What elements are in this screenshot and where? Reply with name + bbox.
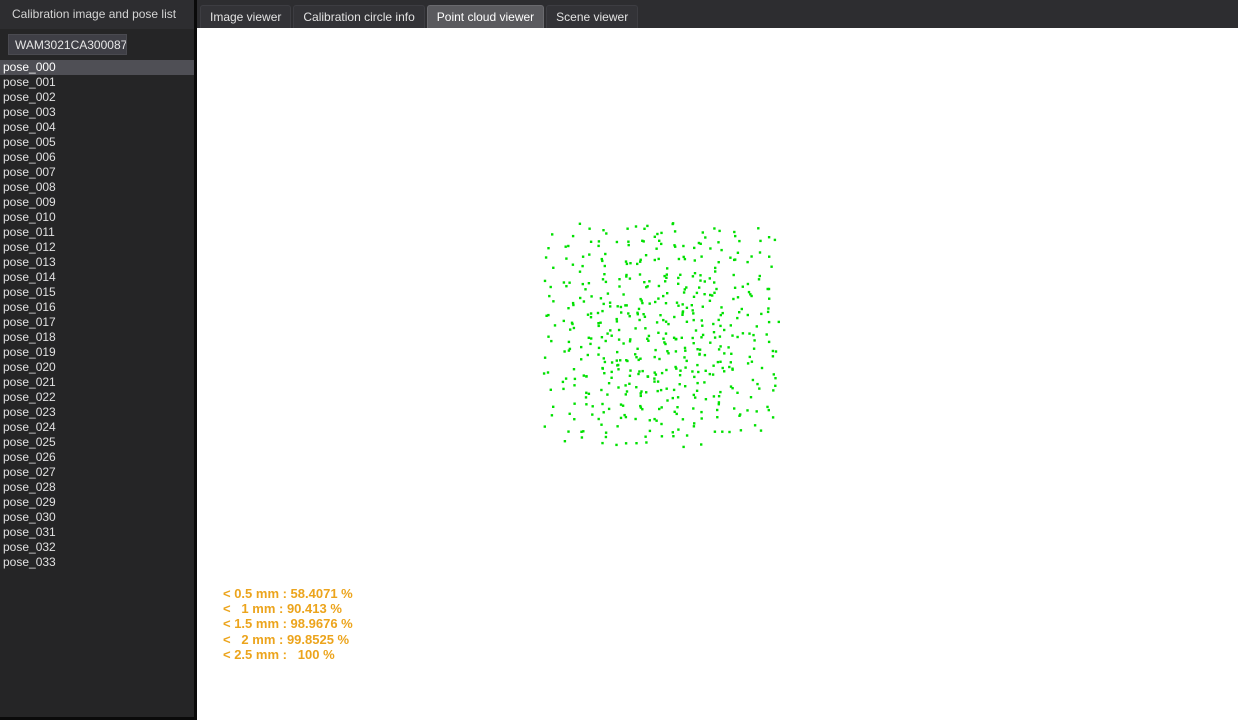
accuracy-stat-line: < 2.5 mm : 100 % [223,646,335,662]
pose-list-item[interactable]: pose_031 [0,525,194,540]
pose-list-item[interactable]: pose_000 [0,60,194,75]
point-cloud-viewer-canvas[interactable]: < 0.5 mm : 58.4071 % < 1 mm : 90.413 % < 1… [197,28,1238,720]
pose-list-item[interactable]: pose_006 [0,150,194,165]
main-panel: Image viewer Calibration circle info Point… [197,0,1238,720]
pose-list-item[interactable]: pose_016 [0,300,194,315]
pose-list-item[interactable]: pose_025 [0,435,194,450]
application-window: Calibration image and pose list WAM3021C… [0,0,1238,720]
sidebar-title: Calibration image and pose list [0,0,194,29]
pose-list-item[interactable]: pose_024 [0,420,194,435]
pose-list-item[interactable]: pose_033 [0,555,194,570]
accuracy-stats-overlay: < 0.5 mm : 58.4071 % < 1 mm : 90.413 % < 1… [223,586,353,662]
pose-list-item[interactable]: pose_015 [0,285,194,300]
accuracy-stat-line: < 1.5 mm : 98.9676 % [223,616,353,632]
pose-list-item[interactable]: pose_032 [0,540,194,555]
pose-list-item[interactable]: pose_030 [0,510,194,525]
pose-list-item[interactable]: pose_001 [0,75,194,90]
pose-list-item[interactable]: pose_029 [0,495,194,510]
accuracy-stat-line: < 0.5 mm : 58.4071 % [223,586,353,601]
tab-point-cloud-viewer[interactable]: Point cloud viewer [426,5,545,28]
pose-list-item[interactable]: pose_009 [0,195,194,210]
pose-list[interactable]: pose_000 pose_001 pose_002 pose_003 pose_004… [0,60,194,570]
pose-list-item[interactable]: pose_014 [0,270,194,285]
tab-image-viewer[interactable]: Image viewer [200,5,292,28]
pose-list-item[interactable]: pose_027 [0,465,194,480]
pose-list-item[interactable]: pose_010 [0,210,194,225]
point-cloud-render [542,222,780,449]
pose-list-item[interactable]: pose_023 [0,405,194,420]
pose-list-item[interactable]: pose_003 [0,105,194,120]
pose-list-item[interactable]: pose_004 [0,120,194,135]
tab-scene-viewer[interactable]: Scene viewer [546,5,639,28]
pose-list-item[interactable]: pose_022 [0,390,194,405]
pose-list-item[interactable]: pose_011 [0,225,194,240]
tab-calibration-circle-info[interactable]: Calibration circle info [293,5,425,28]
pose-list-item[interactable]: pose_018 [0,330,194,345]
viewer-tab-bar[interactable]: Image viewer Calibration circle info Point… [197,0,1238,28]
pose-list-item[interactable]: pose_020 [0,360,194,375]
pose-list-item[interactable]: pose_007 [0,165,194,180]
pose-list-item[interactable]: pose_017 [0,315,194,330]
accuracy-stat-line: < 2 mm : 99.8525 % [223,631,350,647]
pose-list-item[interactable]: pose_013 [0,255,194,270]
accuracy-stat-line: < 1 mm : 90.413 % [223,601,342,617]
device-id-input[interactable]: WAM3021CA3000874 [8,34,127,55]
pose-list-item[interactable]: pose_002 [0,90,194,105]
pose-list-item[interactable]: pose_019 [0,345,194,360]
pose-list-item[interactable]: pose_026 [0,450,194,465]
pose-list-item[interactable]: pose_005 [0,135,194,150]
pose-list-item[interactable]: pose_028 [0,480,194,495]
pose-list-item[interactable]: pose_012 [0,240,194,255]
pose-list-item[interactable]: pose_008 [0,180,194,195]
calibration-sidebar: Calibration image and pose list WAM3021C… [0,0,197,720]
pose-list-item[interactable]: pose_021 [0,375,194,390]
